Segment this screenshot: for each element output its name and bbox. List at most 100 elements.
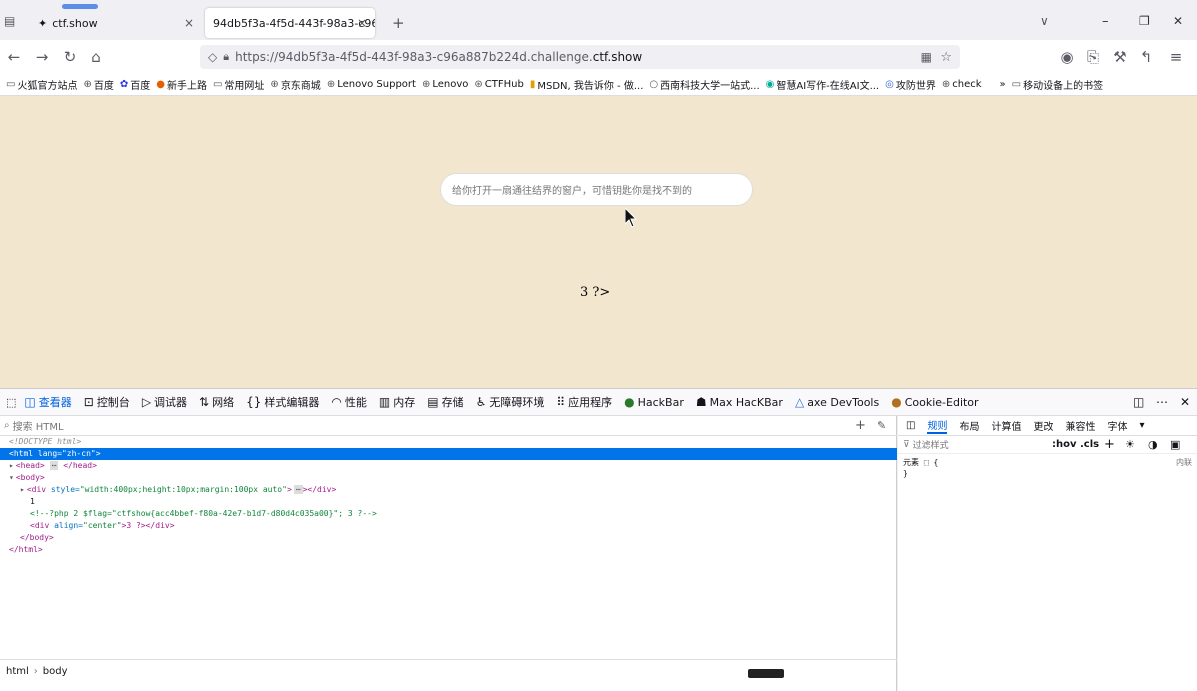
tab-max-hackbar[interactable]: ☗ Max HacKBar <box>696 395 783 409</box>
markup-body-node[interactable]: ▾ <body> <box>0 472 897 484</box>
tab-computed[interactable]: 计算值 <box>991 418 1021 433</box>
light-mode-icon[interactable]: ☀ <box>1125 438 1135 451</box>
tab-network[interactable]: ⇅ 网络 <box>199 394 234 410</box>
markup-html-node[interactable]: <html lang="zh-cn"> <box>0 448 897 460</box>
tab-style-editor[interactable]: {} 样式编辑器 <box>246 394 319 410</box>
close-window-button[interactable]: ✕ <box>1173 14 1183 28</box>
bookmark-item[interactable]: ▭ 移动设备上的书签 <box>1012 77 1103 92</box>
home-icon[interactable]: ⌂ <box>86 47 106 67</box>
tab-storage[interactable]: ▤ 存储 <box>427 394 463 410</box>
tab-ctfshow[interactable]: ✦ ctf.show × <box>30 8 202 38</box>
markup-head-node[interactable]: ▸ <head> ⋯ </head> <box>0 460 897 472</box>
application-icon: ⠿ <box>556 395 566 409</box>
add-node-icon[interactable]: + <box>855 418 866 433</box>
tab-cookie-editor[interactable]: ● Cookie-Editor <box>891 395 978 409</box>
breadcrumb-body[interactable]: body <box>43 666 68 677</box>
more-options-icon[interactable]: ⋯ <box>1156 395 1168 409</box>
bookmark-item[interactable]: ⊕ Lenovo <box>422 79 468 90</box>
collapsed-ellipsis[interactable]: ⋯ <box>49 461 59 470</box>
markup-doctype[interactable]: <!DOCTYPE html> <box>0 436 897 448</box>
bookmark-item[interactable]: ▭ 常用网址 <box>213 77 264 92</box>
forward-arrow-icon[interactable]: → <box>32 47 52 67</box>
url-bar[interactable]: ◇ 🔒︎ https://94db5f3a-4f5d-443f-98a3-c96… <box>200 45 960 69</box>
reload-icon[interactable]: ↻ <box>60 47 80 67</box>
share-icon[interactable]: ⎘ <box>1083 47 1103 67</box>
minimize-button[interactable]: – <box>1102 14 1109 29</box>
tab-close-icon[interactable]: × <box>357 16 367 30</box>
tab-accessibility[interactable]: ♿︎ 无障碍环境 <box>476 394 545 410</box>
tab-fonts[interactable]: 字体 <box>1107 418 1127 433</box>
tab-axe-devtools[interactable]: △ axe DevTools <box>795 395 879 409</box>
bookmarks-overflow-chevron-icon[interactable]: » <box>1000 79 1006 90</box>
close-devtools-icon[interactable]: ✕ <box>1180 395 1190 409</box>
tab-console[interactable]: ⊡ 控制台 <box>84 394 130 410</box>
inspector-panel: ⌕ 搜索 HTML + ✎ <!DOCTYPE html> <html lang… <box>0 416 897 691</box>
markup-tree: <!DOCTYPE html> <html lang="zh-cn"> ▸ <he… <box>0 436 897 556</box>
bookmark-star-icon[interactable]: ☆ <box>940 50 952 65</box>
filter-styles-input[interactable]: 过滤样式 <box>913 438 949 451</box>
search-input[interactable]: 给你打开一扇通往结界的窗户，可惜钥匙你是找不到的 <box>440 173 753 206</box>
tab-hackbar[interactable]: ● HackBar <box>624 395 684 409</box>
more-tabs-chevron-icon[interactable]: ▾ <box>1139 420 1144 431</box>
restore-button[interactable]: ❐ <box>1139 14 1150 28</box>
bookmark-item[interactable]: ✿ 百度 <box>120 77 150 92</box>
add-rule-icon[interactable]: + <box>1104 437 1115 452</box>
bookmark-item[interactable]: ⊕ check <box>942 79 982 90</box>
new-tab-button[interactable]: + <box>392 14 405 32</box>
bookmark-item[interactable]: ◉ 智慧AI写作-在线AI文... <box>766 77 879 92</box>
tab-challenge[interactable]: 94db5f3a-4f5d-443f-98a3-c96a8 × <box>205 8 375 38</box>
tab-inspector[interactable]: ◫ 查看器 <box>24 394 71 410</box>
rules-panel: ◫ 规则 布局 计算值 更改 兼容性 字体 ▾ ⊽ 过滤样式 :hov .cls… <box>898 416 1197 691</box>
pick-element-icon[interactable]: ⬚ <box>6 396 16 409</box>
html-search-input[interactable]: ⌕ 搜索 HTML + ✎ <box>0 416 897 436</box>
qr-code-icon[interactable]: ▦ <box>921 50 932 64</box>
expand-arrow-icon[interactable]: ▸ <box>20 485 25 494</box>
print-media-icon[interactable]: ▣ <box>1170 438 1180 451</box>
tab-rules[interactable]: 规则 <box>927 417 948 434</box>
bookmark-item[interactable]: ◎ 攻防世界 <box>885 77 936 92</box>
markup-div-node[interactable]: ▸ <div style="width:400px;height:10px;mar… <box>0 484 897 496</box>
bookmark-item[interactable]: ⊕ 京东商城 <box>270 77 320 92</box>
shield-icon[interactable]: ◇ <box>208 50 217 64</box>
collapse-arrow-icon[interactable]: ▾ <box>9 473 14 482</box>
tab-compatibility[interactable]: 兼容性 <box>1065 418 1095 433</box>
tab-changes[interactable]: 更改 <box>1033 418 1053 433</box>
lock-icon[interactable]: 🔒︎ <box>223 50 229 64</box>
extension-icon[interactable]: ⚒ <box>1110 47 1130 67</box>
tab-close-icon[interactable]: × <box>184 16 194 30</box>
tab-layout[interactable]: 布局 <box>959 418 979 433</box>
tab-application[interactable]: ⠿ 应用程序 <box>556 394 612 410</box>
tab-list-icon[interactable]: ▤ <box>4 14 15 28</box>
inspector-icon: ◫ <box>24 395 36 409</box>
tab-memory[interactable]: ▥ 内存 <box>379 394 415 410</box>
element-rule[interactable]: 元素 ⬚ {内联 } <box>898 454 1197 482</box>
sidebar-toggle-icon[interactable]: ◫ <box>906 420 915 431</box>
tab-performance[interactable]: ◠ 性能 <box>331 394 366 410</box>
bookmark-item[interactable]: ⊛ CTFHub <box>474 79 523 90</box>
markup-text-node[interactable]: 1 <box>0 496 897 508</box>
breadcrumb-html[interactable]: html <box>6 666 29 677</box>
back-arrow-icon[interactable]: ← <box>4 47 24 67</box>
markup-html-close[interactable]: </html> <box>0 544 897 556</box>
dark-mode-icon[interactable]: ◑ <box>1148 438 1158 451</box>
tab-debugger[interactable]: ▷ 调试器 <box>142 394 187 410</box>
markup-body-close[interactable]: </body> <box>0 532 897 544</box>
bookmark-item[interactable]: ⊕ Lenovo Support <box>327 79 416 90</box>
bookmark-item[interactable]: ▮ MSDN, 我告诉你 - 做... <box>530 77 644 92</box>
bookmark-item[interactable]: ○ 西南科技大学一站式... <box>649 77 759 92</box>
bookmark-item[interactable]: ▭ 火狐官方站点 <box>6 77 77 92</box>
markup-center-div-node[interactable]: <div align="center">3 ?></div> <box>0 520 897 532</box>
pseudo-class-toggles[interactable]: :hov .cls <box>1052 439 1099 450</box>
globe-icon: ⊕ <box>270 79 279 90</box>
account-icon[interactable]: ◉ <box>1057 47 1077 67</box>
expand-arrow-icon[interactable]: ▸ <box>9 461 14 470</box>
dock-icon[interactable]: ◫ <box>1133 395 1144 409</box>
menu-icon[interactable]: ≡ <box>1166 47 1186 67</box>
eyedropper-icon[interactable]: ✎ <box>877 419 886 432</box>
bookmark-item[interactable]: ⊕ 百度 <box>83 77 113 92</box>
collapsed-ellipsis[interactable]: ⋯ <box>293 485 303 494</box>
markup-comment-node[interactable]: <!--?php 2 $flag="ctfshow{acc4bbef-f80a-… <box>0 508 897 520</box>
hackbar-icon[interactable]: ↰ <box>1136 47 1156 67</box>
bookmark-item[interactable]: ● 新手上路 <box>156 77 207 92</box>
list-all-tabs-button[interactable]: ∨ <box>1040 14 1049 28</box>
